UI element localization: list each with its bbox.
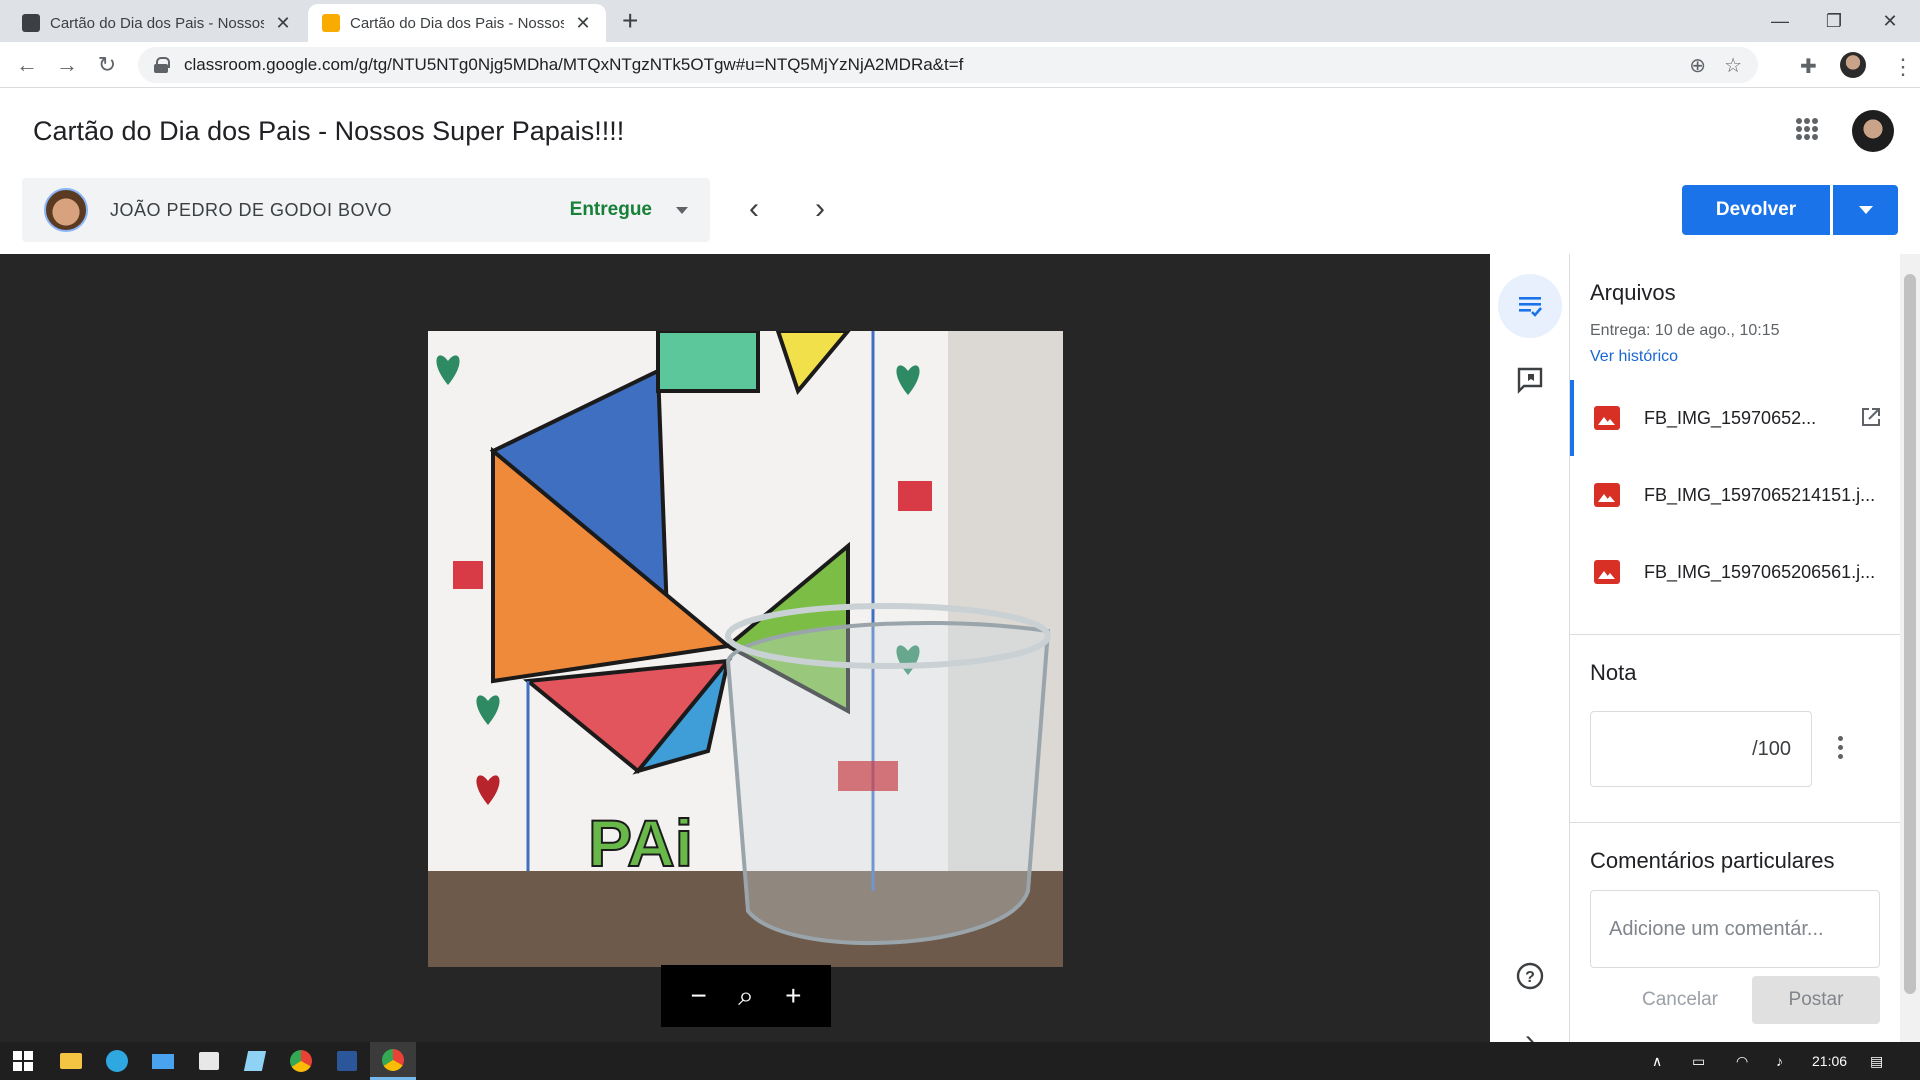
- grading-panel: Arquivos Entrega: 10 de ago., 10:15 Ver …: [1570, 254, 1900, 1042]
- file-viewer: PAi − ⌕ +: [0, 254, 1490, 1042]
- close-tab-icon[interactable]: ✕: [274, 13, 292, 34]
- notifications-icon[interactable]: ▤: [1870, 1042, 1883, 1080]
- classroom-favicon-icon: [22, 14, 40, 32]
- classroom-favicon-icon: [322, 14, 340, 32]
- windows-start-icon[interactable]: [0, 1042, 46, 1080]
- forward-icon[interactable]: →: [52, 50, 82, 80]
- files-rail-button[interactable]: [1498, 274, 1562, 338]
- file-item[interactable]: FB_IMG_1597065206561.j...: [1570, 534, 1900, 610]
- back-icon[interactable]: ←: [12, 50, 42, 80]
- bookmark-star-icon[interactable]: ☆: [1724, 53, 1742, 78]
- browser-tab-1[interactable]: Cartão do Dia dos Pais - Nossos Super Pa…: [8, 4, 306, 42]
- browser-menu-icon[interactable]: ⋮: [1892, 54, 1914, 80]
- battery-icon[interactable]: ▭: [1692, 1042, 1705, 1080]
- word-icon[interactable]: [324, 1042, 370, 1080]
- help-icon: ?: [1516, 962, 1544, 990]
- notes-icon[interactable]: [232, 1042, 278, 1080]
- image-file-icon: [1594, 483, 1620, 507]
- tab-title: Cartão do Dia dos Pais - Nossos Super Pa…: [50, 14, 264, 32]
- zoom-reset-icon[interactable]: ⌕: [728, 978, 764, 1014]
- address-bar[interactable]: classroom.google.com/g/tg/NTU5NTg0Njg5MD…: [138, 47, 1758, 83]
- image-file-icon: [1594, 406, 1620, 430]
- volume-icon[interactable]: ♪: [1776, 1042, 1783, 1080]
- browser-tab-strip: Cartão do Dia dos Pais - Nossos Super Pa…: [0, 0, 1920, 42]
- open-in-new-icon[interactable]: [1860, 406, 1882, 428]
- store-icon[interactable]: [186, 1042, 232, 1080]
- windows-taskbar: ∧ ▭ ◠ ♪ 21:06 ▤: [0, 1042, 1920, 1080]
- cancel-button[interactable]: Cancelar: [1628, 976, 1732, 1024]
- image-file-icon: [1594, 560, 1620, 584]
- side-rail: ? ›: [1490, 254, 1570, 1057]
- feedback-icon: [1517, 367, 1543, 394]
- assignment-list-icon: [1519, 297, 1542, 317]
- return-button[interactable]: Devolver: [1682, 185, 1830, 235]
- zoom-out-icon[interactable]: −: [681, 978, 717, 1014]
- student-name: JOÃO PEDRO DE GODOI BOVO: [110, 199, 393, 220]
- chevron-down-icon[interactable]: [676, 206, 688, 214]
- student-selector[interactable]: JOÃO PEDRO DE GODOI BOVO Entregue: [22, 178, 710, 242]
- reload-icon[interactable]: ↻: [92, 50, 122, 80]
- account-avatar[interactable]: [1852, 110, 1894, 152]
- divider: [1570, 822, 1900, 823]
- next-student-button[interactable]: ›: [805, 194, 835, 224]
- chrome-icon[interactable]: [278, 1042, 324, 1080]
- submitted-photo: PAi: [428, 331, 1063, 967]
- chrome-active-icon[interactable]: [370, 1042, 416, 1080]
- grade-input[interactable]: /100: [1590, 711, 1812, 787]
- zoom-controls: − ⌕ +: [661, 965, 831, 1027]
- grade-options-icon[interactable]: [1838, 736, 1844, 759]
- close-tab-icon[interactable]: ✕: [574, 13, 592, 34]
- file-name: FB_IMG_15970652...: [1644, 407, 1817, 428]
- minimize-icon[interactable]: —: [1752, 0, 1808, 42]
- tray-chevron-up-icon[interactable]: ∧: [1652, 1042, 1662, 1080]
- zoom-icon[interactable]: ⊕: [1689, 53, 1706, 78]
- grade-section-title: Nota: [1590, 660, 1637, 685]
- browser-toolbar: ← → ↻ classroom.google.com/g/tg/NTU5NTg0…: [0, 42, 1920, 88]
- tab-title: Cartão do Dia dos Pais - Nossos Super Pa…: [350, 14, 564, 32]
- file-explorer-icon[interactable]: [48, 1042, 94, 1080]
- profile-avatar[interactable]: [1840, 52, 1866, 78]
- edge-icon[interactable]: [94, 1042, 140, 1080]
- page-title: Cartão do Dia dos Pais - Nossos Super Pa…: [33, 116, 625, 146]
- svg-text:?: ?: [1525, 969, 1535, 986]
- help-button[interactable]: ?: [1498, 944, 1562, 1008]
- files-section-title: Arquivos: [1590, 280, 1676, 305]
- grade-suffix: /100: [1752, 737, 1791, 760]
- wifi-icon[interactable]: ◠: [1736, 1042, 1748, 1080]
- post-button[interactable]: Postar: [1752, 976, 1880, 1024]
- close-window-icon[interactable]: ✕: [1862, 0, 1918, 42]
- chevron-down-icon: [1858, 206, 1873, 214]
- photo-pai-text: PAi: [588, 806, 693, 880]
- private-comments-title: Comentários particulares: [1590, 848, 1835, 873]
- panel-scrollbar[interactable]: [1900, 254, 1920, 1042]
- file-item[interactable]: FB_IMG_15970652...: [1570, 380, 1900, 456]
- grading-header: Cartão do Dia dos Pais - Nossos Super Pa…: [0, 88, 1920, 254]
- browser-tab-2[interactable]: Cartão do Dia dos Pais - Nossos Super Pa…: [308, 4, 606, 42]
- comments-rail-button[interactable]: [1498, 348, 1562, 412]
- maximize-icon[interactable]: ❐: [1806, 0, 1862, 42]
- google-apps-icon[interactable]: [1796, 118, 1818, 140]
- student-avatar: [44, 188, 88, 232]
- return-options-button[interactable]: [1833, 185, 1898, 235]
- file-item[interactable]: FB_IMG_1597065214151.j...: [1570, 457, 1900, 533]
- status-badge: Entregue: [569, 199, 652, 220]
- lock-icon: [154, 57, 170, 73]
- file-name: FB_IMG_1597065206561.j...: [1644, 561, 1876, 582]
- divider: [1570, 634, 1900, 635]
- previous-student-button[interactable]: ‹: [739, 194, 769, 224]
- zoom-in-icon[interactable]: +: [775, 978, 811, 1014]
- fathers-day-card-photo-icon: PAi: [428, 331, 1063, 967]
- url-text: classroom.google.com/g/tg/NTU5NTg0Njg5MD…: [184, 55, 964, 74]
- submission-time: Entrega: 10 de ago., 10:15: [1590, 322, 1780, 339]
- private-comment-input[interactable]: [1590, 890, 1880, 968]
- file-name: FB_IMG_1597065214151.j...: [1644, 484, 1876, 505]
- new-tab-icon[interactable]: +: [622, 6, 638, 36]
- mail-icon[interactable]: [140, 1042, 186, 1080]
- extensions-puzzle-icon[interactable]: ✚: [1800, 54, 1817, 79]
- view-history-link[interactable]: Ver histórico: [1590, 348, 1678, 366]
- clock[interactable]: 21:06: [1812, 1042, 1847, 1080]
